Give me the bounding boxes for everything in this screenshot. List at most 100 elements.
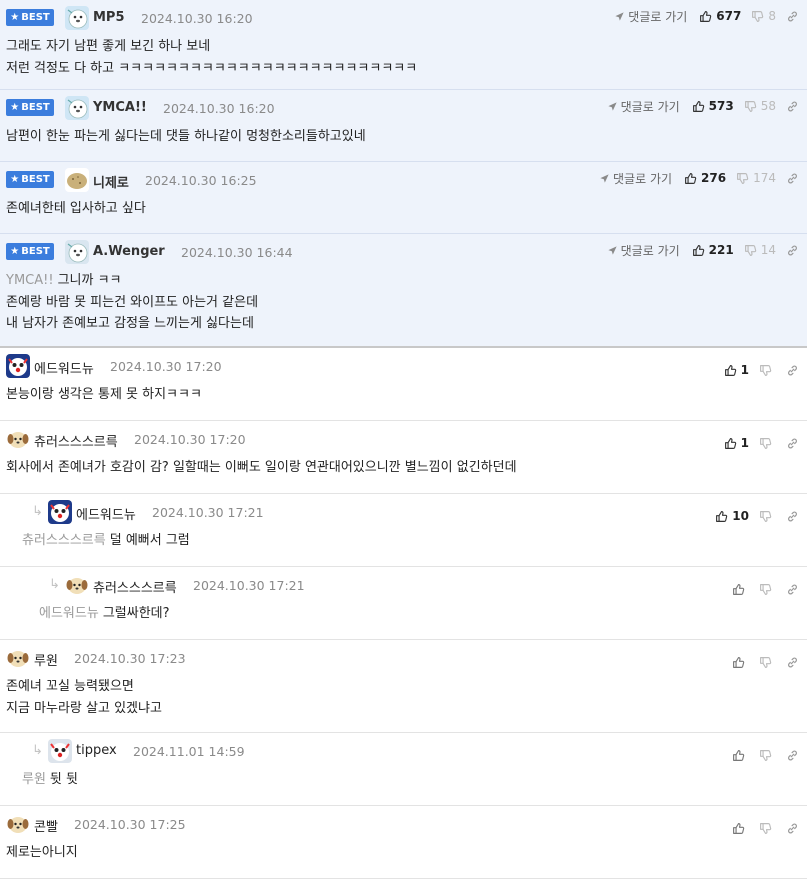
permalink-icon[interactable] <box>786 822 799 835</box>
downvote-button[interactable]: 174 <box>736 171 776 185</box>
author-name[interactable]: MP5 <box>93 10 125 25</box>
author-name[interactable]: tippex <box>76 743 117 758</box>
downvote-button[interactable]: 58 <box>744 99 776 113</box>
reply-arrow-icon: ↳ <box>49 577 60 592</box>
author-name[interactable]: 니제로 <box>93 172 129 191</box>
upvote-button[interactable]: 677 <box>699 9 741 23</box>
permalink-icon[interactable] <box>786 510 799 523</box>
star-icon: ★ <box>10 102 20 113</box>
permalink-icon[interactable] <box>786 364 799 377</box>
upvote-button[interactable] <box>732 822 749 835</box>
comment-date: 2024.10.30 17:20 <box>110 359 222 374</box>
upvote-button[interactable] <box>732 656 749 669</box>
upvote-button[interactable]: 276 <box>684 171 726 185</box>
downvote-button[interactable] <box>759 583 776 596</box>
author-name[interactable]: 루원 <box>34 650 58 669</box>
avatar <box>6 812 30 836</box>
comment-text: 존예녀 꼬실 능력됐으면 <box>6 679 134 694</box>
upvote-button[interactable]: 221 <box>692 243 734 257</box>
goto-comment-link[interactable]: 댓글로 가기 <box>614 8 687 25</box>
star-icon: ★ <box>10 246 20 257</box>
author-name[interactable]: 에드워드뉴 <box>76 504 136 523</box>
downvote-button[interactable]: 8 <box>751 9 776 23</box>
permalink-icon[interactable] <box>786 244 799 257</box>
comment-line: 지금 마누라랑 살고 있겠냐고 <box>6 698 162 720</box>
comment-row: ★ BEST YMCA!! 2024.10.30 16:20 댓글로 가기 573 58 남편… <box>0 90 807 162</box>
permalink-icon[interactable] <box>786 583 799 596</box>
comment-line: 남편이 한눈 파는게 싫다는데 댓들 하나같이 멍청한소리들하고있네 <box>6 126 366 148</box>
upvote-button[interactable]: 1 <box>724 363 749 377</box>
goto-label: 댓글로 가기 <box>620 99 680 114</box>
comment-text: 그래도 자기 남편 좋게 보긴 하나 보네 <box>6 39 211 54</box>
comment-actions <box>732 654 799 670</box>
best-label: BEST <box>21 102 50 113</box>
comment-actions <box>732 820 799 836</box>
upvote-count: 221 <box>708 243 734 257</box>
downvote-button[interactable] <box>759 749 776 762</box>
upvote-button[interactable]: 10 <box>715 509 749 523</box>
permalink-icon[interactable] <box>786 437 799 450</box>
best-badge: ★ BEST <box>6 171 54 188</box>
comment-row: ★ BEST MP5 2024.10.30 16:20 댓글로 가기 677 8 그래도 자기… <box>0 0 807 90</box>
comment-body: 존예녀한테 입사하고 싶다 <box>6 198 146 220</box>
author-name[interactable]: A.Wenger <box>93 244 165 259</box>
comment-actions: 댓글로 가기 276 174 <box>599 170 799 186</box>
upvote-button[interactable] <box>732 749 749 762</box>
comment-row: 루원 2024.10.30 17:23 존예녀 꼬실 능력됐으면 지금 마누라랑 살고… <box>0 640 807 733</box>
mention-tag[interactable]: 루원 <box>22 772 46 787</box>
author-name[interactable]: 츄러스스스르륵 <box>34 431 118 450</box>
permalink-icon[interactable] <box>786 172 799 185</box>
avatar <box>48 739 72 763</box>
avatar <box>6 354 30 378</box>
comment-row: 에드워드뉴 2024.10.30 17:20 1 본능이랑 생각은 통제 못 하지ㅋㅋ… <box>0 348 807 421</box>
avatar <box>6 427 30 451</box>
upvote-button[interactable]: 1 <box>724 436 749 450</box>
comment-actions <box>732 581 799 597</box>
comment-date: 2024.10.30 17:21 <box>152 505 264 520</box>
goto-comment-link[interactable]: 댓글로 가기 <box>599 170 672 187</box>
downvote-button[interactable] <box>759 656 776 669</box>
comment-text: 본능이랑 생각은 통제 못 하지ㅋㅋㅋ <box>6 387 202 402</box>
author-name[interactable]: YMCA!! <box>93 100 147 115</box>
goto-comment-link[interactable]: 댓글로 가기 <box>607 242 680 259</box>
downvote-button[interactable] <box>759 822 776 835</box>
author-name[interactable]: 츄러스스스르륵 <box>93 577 177 596</box>
avatar <box>48 500 72 524</box>
comment-body: 에드워드뉴 그럴싸한데? <box>39 603 170 625</box>
comment-text: 그럴싸한데? <box>102 606 170 621</box>
best-label: BEST <box>21 246 50 257</box>
comment-actions: 1 <box>724 362 799 378</box>
comment-body: 남편이 한눈 파는게 싫다는데 댓들 하나같이 멍청한소리들하고있네 <box>6 126 366 148</box>
downvote-button[interactable] <box>759 437 776 450</box>
permalink-icon[interactable] <box>786 749 799 762</box>
best-badge: ★ BEST <box>6 9 54 26</box>
upvote-button[interactable] <box>732 583 749 596</box>
upvote-count: 1 <box>740 436 749 450</box>
downvote-button[interactable]: 14 <box>744 243 776 257</box>
mention-tag[interactable]: 에드워드뉴 <box>39 606 99 621</box>
comment-row: ↳ 츄러스스스르륵 2024.10.30 17:21 에드워드뉴 그럴싸한데? <box>0 567 807 640</box>
mention-tag[interactable]: YMCA!! <box>6 273 54 288</box>
comment-text: 덜 예뻐서 그럼 <box>109 533 190 548</box>
permalink-icon[interactable] <box>786 656 799 669</box>
goto-comment-link[interactable]: 댓글로 가기 <box>607 98 680 115</box>
comment-row: ↳ tippex 2024.11.01 14:59 루원 뒷 뒷 <box>0 733 807 806</box>
downvote-button[interactable] <box>759 510 776 523</box>
comment-body: 츄러스스스르륵 덜 예뻐서 그럼 <box>22 530 190 552</box>
comment-text: 제로는아니지 <box>6 845 78 860</box>
comment-line: 루원 뒷 뒷 <box>22 769 78 791</box>
downvote-button[interactable] <box>759 364 776 377</box>
mention-tag[interactable]: 츄러스스스르륵 <box>22 533 106 548</box>
avatar <box>65 240 89 264</box>
upvote-button[interactable]: 573 <box>692 99 734 113</box>
comment-text: 남편이 한눈 파는게 싫다는데 댓들 하나같이 멍청한소리들하고있네 <box>6 129 366 144</box>
star-icon: ★ <box>10 12 20 23</box>
permalink-icon[interactable] <box>786 100 799 113</box>
comment-actions: 10 <box>715 508 799 524</box>
avatar <box>65 6 89 30</box>
comment-line: 본능이랑 생각은 통제 못 하지ㅋㅋㅋ <box>6 384 202 406</box>
permalink-icon[interactable] <box>786 10 799 23</box>
author-name[interactable]: 콘빨 <box>34 816 58 835</box>
comment-line: 존예랑 바람 못 피는건 와이프도 아는거 같은데 <box>6 292 258 314</box>
author-name[interactable]: 에드워드뉴 <box>34 358 94 377</box>
